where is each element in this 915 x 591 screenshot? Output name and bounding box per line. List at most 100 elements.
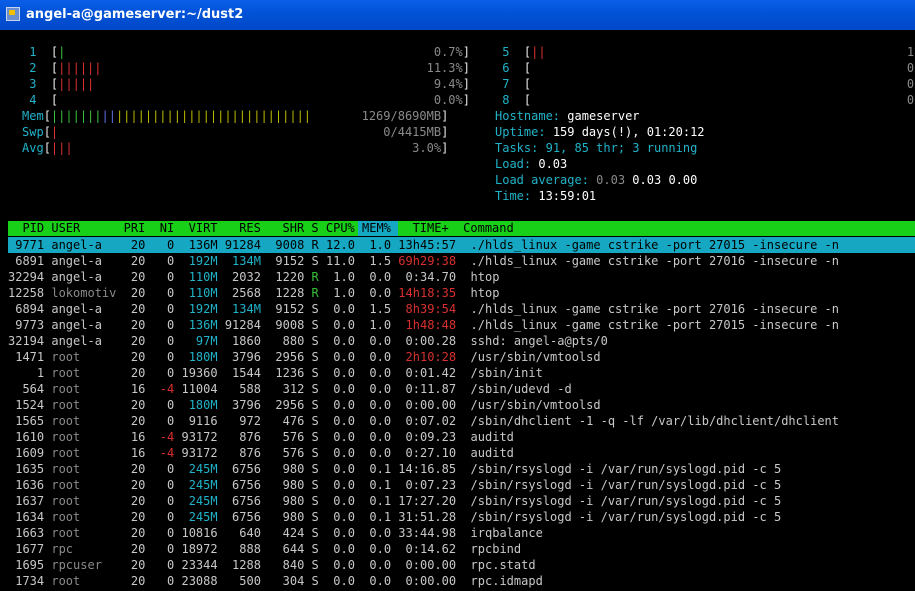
cell-user: root xyxy=(51,366,117,380)
process-row[interactable]: 1610 root 16 -4 93172 876 576 S 0.0 0.0 … xyxy=(8,429,514,445)
cell-time: 17:27.20 xyxy=(398,494,457,508)
tasks-line: Tasks: 91, 85 thr; 3 running xyxy=(495,140,697,156)
process-row[interactable]: 1734 root 20 0 23088 500 304 S 0.0 0.0 0… xyxy=(8,573,543,589)
cell-user: root xyxy=(51,574,117,588)
cell-shr: 9152 xyxy=(268,302,305,316)
cell-time: 0:01.42 xyxy=(398,366,457,380)
cell-res: 2032 xyxy=(224,270,261,284)
process-row[interactable]: 6894 angel-a 20 0 192M 134M 9152 S 0.0 1… xyxy=(8,301,839,317)
cell-gap xyxy=(116,414,123,428)
cell-cpu: 12.0 xyxy=(326,238,355,252)
process-row[interactable]: 1677 rpc 20 0 18972 888 644 S 0.0 0.0 0:… xyxy=(8,541,521,557)
cell-gap xyxy=(218,446,225,460)
process-row[interactable]: 6891 angel-a 20 0 192M 134M 9152 S 11.0 … xyxy=(8,253,839,269)
process-row[interactable]: 1609 root 16 -4 93172 876 576 S 0.0 0.0 … xyxy=(8,445,514,461)
cell-gap xyxy=(218,510,225,524)
process-row[interactable]: 9773 angel-a 20 0 136M 91284 9008 S 0.0 … xyxy=(8,317,839,333)
cpu-meter-7: 7 [ 0.7%] xyxy=(495,76,915,92)
process-row[interactable]: 1663 root 20 0 10816 640 424 S 0.0 0.0 3… xyxy=(8,525,543,541)
cell-gap xyxy=(145,398,152,412)
cell-pid: 1471 xyxy=(8,350,45,364)
cell-mem: 0.1 xyxy=(362,510,392,524)
mem-bar-cache: ||||||||||||||||||||||||||| xyxy=(115,109,312,123)
cell-mem: 1.0 xyxy=(362,238,392,252)
cell-gap xyxy=(116,350,123,364)
cell-gap xyxy=(319,398,326,412)
cpu-meter-2: 2 [|||||| 11.3%] xyxy=(22,60,470,76)
cell-gap xyxy=(218,414,225,428)
mem-value: 1269/8690MB xyxy=(361,109,442,123)
cell-ni: 0 xyxy=(152,270,175,284)
window-title-bar[interactable]: angel-a@gameserver:~/dust2 xyxy=(0,0,915,30)
process-row[interactable]: 1 root 20 0 19360 1544 1236 S 0.0 0.0 0:… xyxy=(8,365,543,381)
cell-ni: -4 xyxy=(152,382,175,396)
cell-ni: 0 xyxy=(152,574,175,588)
cell-pri: 20 xyxy=(123,270,146,284)
cell-cmd: htop xyxy=(470,270,500,284)
cell-gap xyxy=(456,446,470,460)
cell-res: 876 xyxy=(224,430,261,444)
cell-time: 31:51.28 xyxy=(398,510,457,524)
cell-s: S xyxy=(311,510,319,524)
meter-value: 9.4% xyxy=(433,77,463,91)
cell-gap xyxy=(319,238,326,252)
cell-ni: -4 xyxy=(152,446,175,460)
meter-value: 0.7% xyxy=(906,77,915,91)
process-row[interactable]: 564 root 16 -4 11004 588 312 S 0.0 0.0 0… xyxy=(8,381,571,397)
process-row[interactable]: 1471 root 20 0 180M 3796 2956 S 0.0 0.0 … xyxy=(8,349,600,365)
meter-fill xyxy=(311,109,362,123)
cell-pri: 20 xyxy=(123,398,146,412)
cell-gap xyxy=(319,382,326,396)
cell-gap xyxy=(116,510,123,524)
process-row[interactable]: 1636 root 20 0 245M 6756 980 S 0.0 0.1 0… xyxy=(8,477,781,493)
cell-pid: 1635 xyxy=(8,462,45,476)
cell-user: lokomotiv xyxy=(51,286,117,300)
meter-value: 0.0% xyxy=(433,93,463,107)
cell-gap xyxy=(145,542,152,556)
load-value: 0.03 xyxy=(538,157,568,171)
process-row[interactable]: 1524 root 20 0 180M 3796 2956 S 0.0 0.0 … xyxy=(8,397,600,413)
process-row[interactable]: 9771 angel-a 20 0 136M 91284 9008 R 12.0… xyxy=(8,237,915,253)
table-header[interactable]: PID USER PRI NI VIRT RES SHR S CPU% MEM%… xyxy=(8,220,513,236)
cell-res: 6756 xyxy=(224,478,261,492)
cell-time: 0:00.00 xyxy=(398,398,457,412)
meter-label: 7 xyxy=(495,77,524,91)
cell-shr: 840 xyxy=(268,558,305,572)
cell-time: 0:00.00 xyxy=(398,558,457,572)
cpu-meter-5: 5 [|| 1.3%] xyxy=(495,44,915,60)
cell-gap xyxy=(304,350,311,364)
process-row[interactable]: 12258 lokomotiv 20 0 110M 2568 1228 R 1.… xyxy=(8,285,499,301)
cell-gap xyxy=(456,238,470,252)
cell-shr: 980 xyxy=(268,478,305,492)
tasks-label: Tasks: xyxy=(495,141,539,155)
cell-gap xyxy=(304,414,311,428)
process-row[interactable]: 1695 rpcuser 20 0 23344 1288 840 S 0.0 0… xyxy=(8,557,535,573)
process-row[interactable]: 32194 angel-a 20 0 97M 1860 880 S 0.0 0.… xyxy=(8,333,608,349)
cell-ni: 0 xyxy=(152,526,175,540)
terminal-area[interactable]: 1 [| 0.7%] 2 [|||||| 11.3%] 3 [||||| 9.4… xyxy=(0,30,915,591)
process-row[interactable]: 1634 root 20 0 245M 6756 980 S 0.0 0.1 3… xyxy=(8,509,781,525)
loadavg-15: 0.00 xyxy=(668,173,698,187)
cell-s: S xyxy=(311,302,319,316)
cell-user: angel-a xyxy=(51,302,117,316)
process-row[interactable]: 1565 root 20 0 9116 972 476 S 0.0 0.0 0:… xyxy=(8,413,839,429)
meter-bracket: ] xyxy=(462,77,470,91)
process-row[interactable]: 32294 angel-a 20 0 110M 2032 1220 R 1.0 … xyxy=(8,269,499,285)
meter-bracket: ] xyxy=(441,125,449,139)
cell-virt: 245M xyxy=(181,494,218,508)
process-row[interactable]: 1637 root 20 0 245M 6756 980 S 0.0 0.1 1… xyxy=(8,493,781,509)
process-row[interactable]: 1635 root 20 0 245M 6756 980 S 0.0 0.1 1… xyxy=(8,461,781,477)
cell-gap xyxy=(456,382,470,396)
cell-ni: 0 xyxy=(152,334,175,348)
avg-meter-bar: ||| xyxy=(50,141,73,155)
cell-time: 0:11.87 xyxy=(398,382,457,396)
cell-pri: 20 xyxy=(123,318,146,332)
window-title: angel-a@gameserver:~/dust2 xyxy=(26,7,244,22)
cell-shr: 424 xyxy=(268,526,305,540)
cell-res: 6756 xyxy=(224,462,261,476)
putty-icon[interactable] xyxy=(6,7,20,21)
cell-pid: 1637 xyxy=(8,494,45,508)
cpu-meter-1: 1 [| 0.7%] xyxy=(22,44,470,60)
cell-gap xyxy=(116,318,123,332)
cell-mem: 0.0 xyxy=(362,542,392,556)
